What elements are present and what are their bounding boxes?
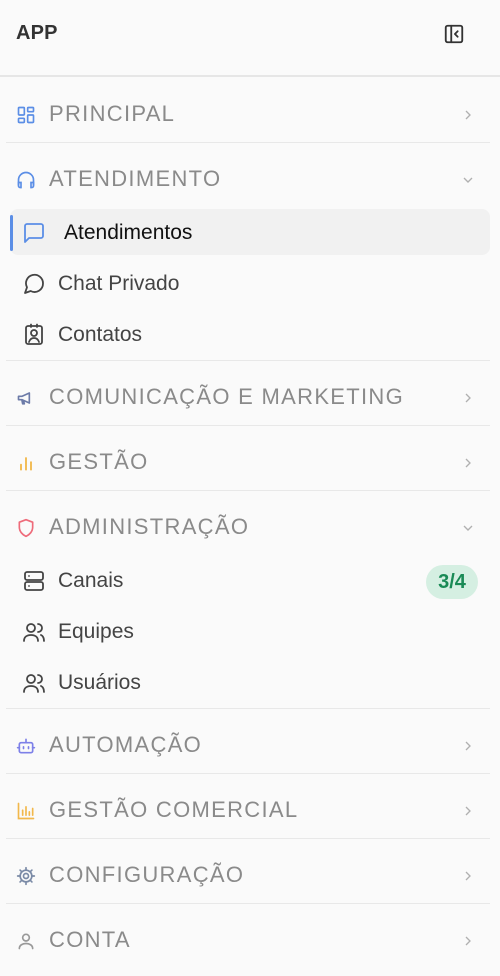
chart-bars-icon — [17, 802, 35, 820]
sidebar-item-canais[interactable]: Canais 3/4 — [10, 557, 490, 603]
divider — [6, 903, 490, 904]
users-icon — [23, 674, 45, 693]
chevron-right-icon — [465, 458, 471, 468]
sidebar-item-label: Chat Privado — [58, 272, 180, 295]
section-label: COMUNICAÇÃO E MARKETING — [49, 384, 405, 409]
divider — [6, 838, 490, 839]
users-icon — [23, 623, 45, 642]
section-label: AUTOMAÇÃO — [49, 732, 203, 757]
sidebar-item-label: Atendimentos — [64, 221, 193, 244]
sidebar-item-label: Canais — [58, 569, 124, 592]
bar-chart-icon — [20, 457, 32, 471]
section-label: GESTÃO COMERCIAL — [49, 797, 299, 822]
shield-icon — [18, 518, 34, 538]
section-administracao[interactable]: ADMINISTRAÇÃO — [6, 496, 490, 560]
megaphone-icon — [17, 392, 31, 405]
divider — [6, 490, 490, 491]
section-configuracao[interactable]: CONFIGURAÇÃO — [6, 844, 490, 908]
contact-icon — [25, 323, 43, 345]
divider — [6, 425, 490, 426]
chevron-down-icon — [463, 525, 473, 531]
grid-icon — [17, 106, 35, 124]
bot-icon — [16, 738, 36, 754]
section-label: CONFIGURAÇÃO — [49, 862, 245, 887]
active-indicator — [10, 215, 13, 251]
chevron-right-icon — [465, 110, 471, 120]
chevron-right-icon — [465, 741, 471, 751]
gear-icon — [16, 866, 36, 886]
divider — [6, 142, 490, 143]
sidebar-item-label: Equipes — [58, 620, 134, 643]
divider — [6, 773, 490, 774]
chevron-right-icon — [465, 393, 471, 403]
section-label: ATENDIMENTO — [49, 166, 222, 191]
sidebar-item-atendimentos[interactable]: Atendimentos — [10, 209, 490, 255]
sidebar-item-label: Usuários — [58, 671, 141, 694]
sidebar-item-chat-privado[interactable]: Chat Privado — [10, 260, 490, 306]
sidebar-header: APP — [0, 0, 500, 77]
server-icon — [24, 571, 44, 591]
section-conta[interactable]: CONTA — [6, 909, 490, 973]
chevron-down-icon — [463, 177, 473, 183]
user-icon — [18, 933, 34, 950]
sidebar-item-equipes[interactable]: Equipes — [10, 608, 490, 654]
section-gestao-comercial[interactable]: GESTÃO COMERCIAL — [6, 779, 490, 843]
section-atendimento[interactable]: ATENDIMENTO — [6, 148, 490, 212]
chevron-right-icon — [465, 936, 471, 946]
section-label: PRINCIPAL — [49, 101, 176, 126]
section-label: CONTA — [49, 927, 131, 952]
message-square-icon — [24, 223, 44, 243]
channel-count-badge: 3/4 — [426, 565, 478, 599]
app-title: APP — [16, 22, 58, 44]
section-label: ADMINISTRAÇÃO — [49, 514, 250, 539]
divider — [6, 708, 490, 709]
section-automacao[interactable]: AUTOMAÇÃO — [6, 714, 490, 778]
collapse-sidebar-button[interactable] — [440, 20, 468, 48]
sidebar-item-contatos[interactable]: Contatos — [10, 311, 490, 357]
sidebar-item-label: Contatos — [58, 323, 143, 346]
section-principal[interactable]: PRINCIPAL — [6, 83, 490, 147]
headphones-icon — [17, 171, 35, 189]
message-circle-icon — [24, 273, 44, 294]
divider — [6, 360, 490, 361]
chevron-right-icon — [465, 806, 471, 816]
chevron-right-icon — [465, 871, 471, 881]
sidebar-item-usuarios[interactable]: Usuários — [10, 659, 490, 705]
section-comunicacao-marketing[interactable]: COMUNICAÇÃO E MARKETING — [6, 366, 490, 430]
section-gestao[interactable]: GESTÃO — [6, 431, 490, 495]
panel-collapse-icon — [444, 24, 464, 44]
section-label: GESTÃO — [49, 449, 149, 474]
